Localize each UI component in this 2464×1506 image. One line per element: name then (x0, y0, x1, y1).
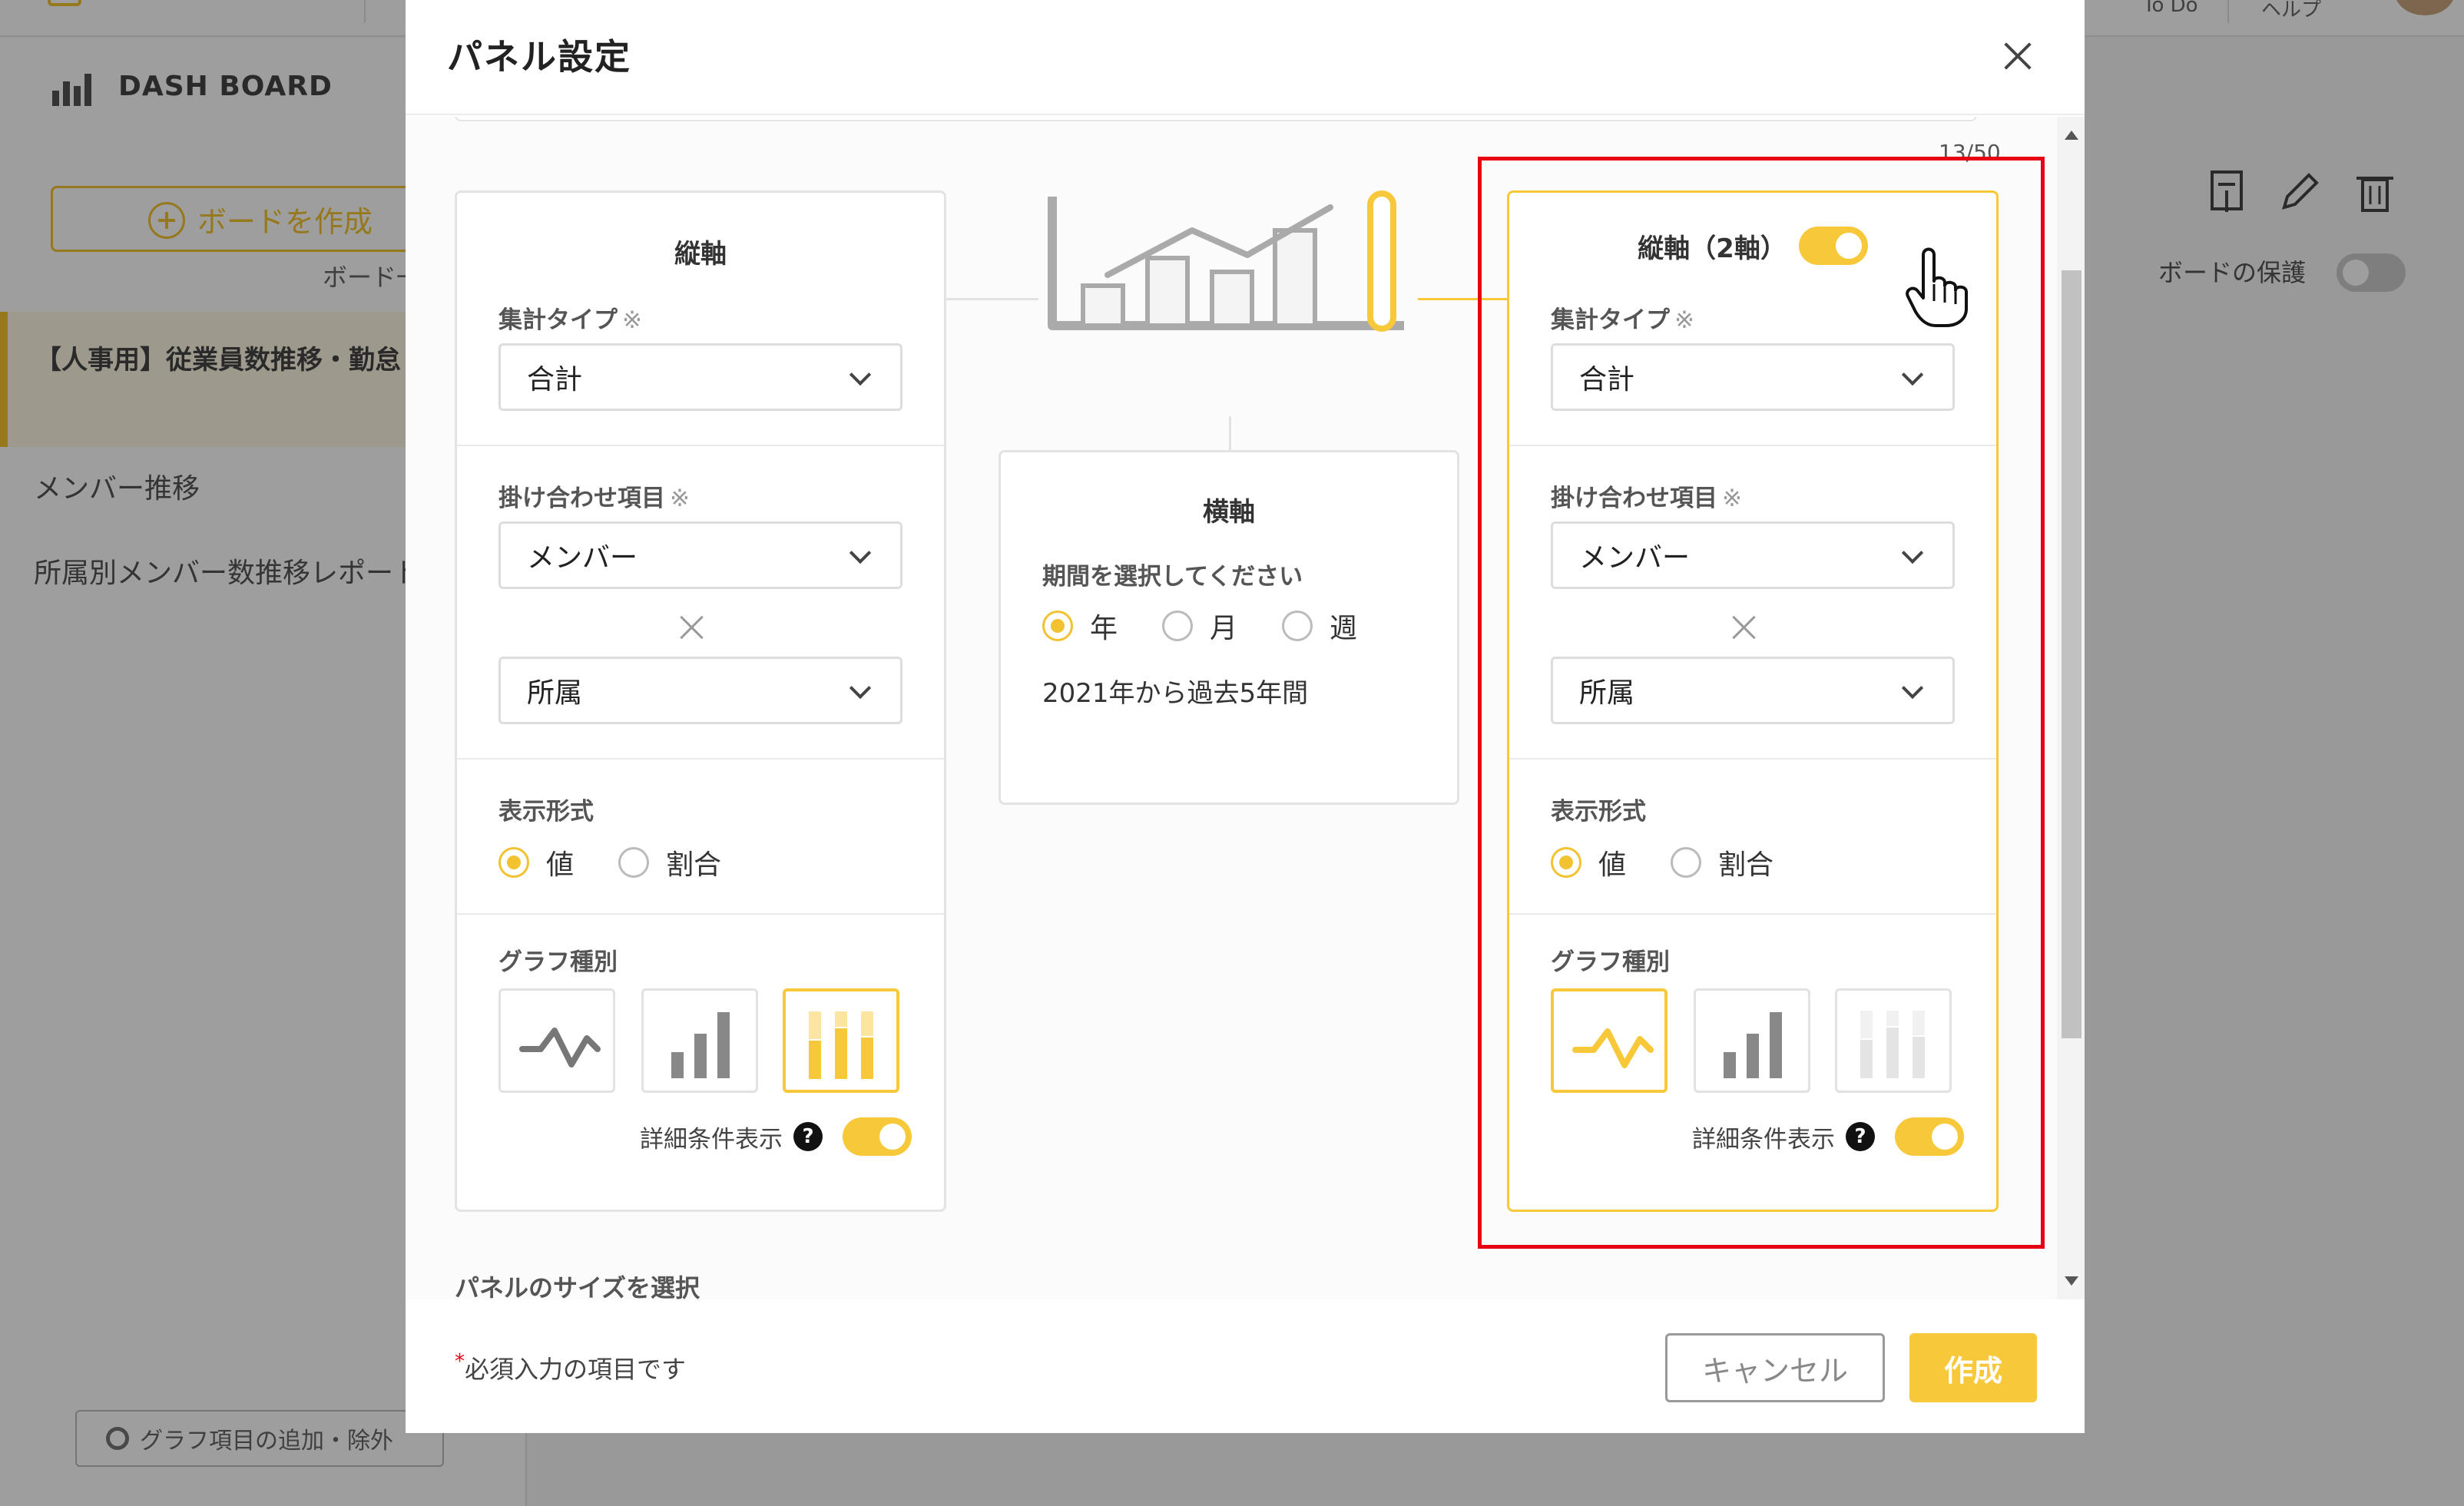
radio-week[interactable]: 週 (1282, 606, 1357, 646)
chevron-down-icon (849, 363, 872, 386)
panel-size-label: パネルのサイズを選択 (455, 1273, 700, 1299)
graph-type-line-button[interactable] (498, 988, 615, 1093)
panel-name-input[interactable] (455, 117, 1977, 121)
scroll-up-arrow-icon[interactable] (2065, 131, 2078, 140)
period-radios: 年 月 週 (1042, 606, 1402, 646)
chevron-down-icon (849, 541, 872, 564)
radio-month[interactable]: 月 (1162, 606, 1237, 646)
display-format-radios: 値 割合 (498, 842, 766, 882)
line-chart-icon (519, 1028, 601, 1067)
graph-type-bar-button[interactable] (641, 988, 758, 1093)
detail-condition-toggle[interactable] (843, 1117, 912, 1156)
required-note: *必須入力の項目です (455, 1350, 687, 1384)
radio-value[interactable]: 値 (498, 842, 574, 882)
scroll-down-arrow-icon[interactable] (2065, 1276, 2078, 1286)
agg-type-select[interactable]: 合計 (498, 343, 902, 411)
create-button[interactable]: 作成 (1909, 1333, 2037, 1402)
detail-condition-row: 詳細条件表示 ? (640, 1117, 912, 1156)
cross-item-select-2[interactable]: 所属 (498, 657, 902, 724)
x-axis-card: 横軸 期間を選択してください 年 月 週 2021年から過去5年間 (999, 450, 1459, 805)
detail-condition-label: 詳細条件表示 (640, 1125, 783, 1153)
close-icon[interactable] (1999, 37, 2037, 75)
left-axis-card: 縦軸 集計タイプ ※ 合計 掛け合わせ項目 ※ メンバー 所属 表示形式 値 割合 … (455, 190, 946, 1212)
chart-illustration (1048, 190, 1404, 332)
help-icon[interactable]: ? (793, 1122, 823, 1151)
multiply-icon (677, 612, 707, 643)
period-label: 期間を選択してください (1042, 563, 1303, 591)
cross-item-label: 掛け合わせ項目 ※ (498, 485, 690, 512)
cancel-button[interactable]: キャンセル (1665, 1333, 1885, 1402)
chevron-down-icon (849, 677, 872, 700)
agg-type-label: 集計タイプ ※ (498, 306, 642, 334)
hand-cursor-icon (1906, 247, 1968, 327)
modal-header: パネル設定 (406, 0, 2085, 115)
graph-type-stacked-bar-button[interactable] (783, 988, 899, 1093)
modal-scrollbar[interactable] (2057, 117, 2085, 1299)
left-axis-title: 縦軸 (674, 239, 727, 270)
graph-type-label: グラフ種別 (498, 948, 618, 976)
x-axis-title: 横軸 (1203, 497, 1255, 528)
bar-chart-icon (671, 1012, 730, 1078)
cross-item-select-1[interactable]: メンバー (498, 521, 902, 589)
modal-title: パネル設定 (447, 36, 631, 78)
radio-ratio[interactable]: 割合 (618, 842, 721, 882)
display-format-label: 表示形式 (498, 798, 594, 826)
period-range-text: 2021年から過去5年間 (1042, 678, 1309, 709)
modal-footer: *必須入力の項目です キャンセル 作成 (406, 1299, 2085, 1433)
radio-year[interactable]: 年 (1042, 606, 1118, 646)
scroll-thumb[interactable] (2062, 270, 2081, 1038)
stacked-bar-chart-icon (809, 1011, 873, 1079)
